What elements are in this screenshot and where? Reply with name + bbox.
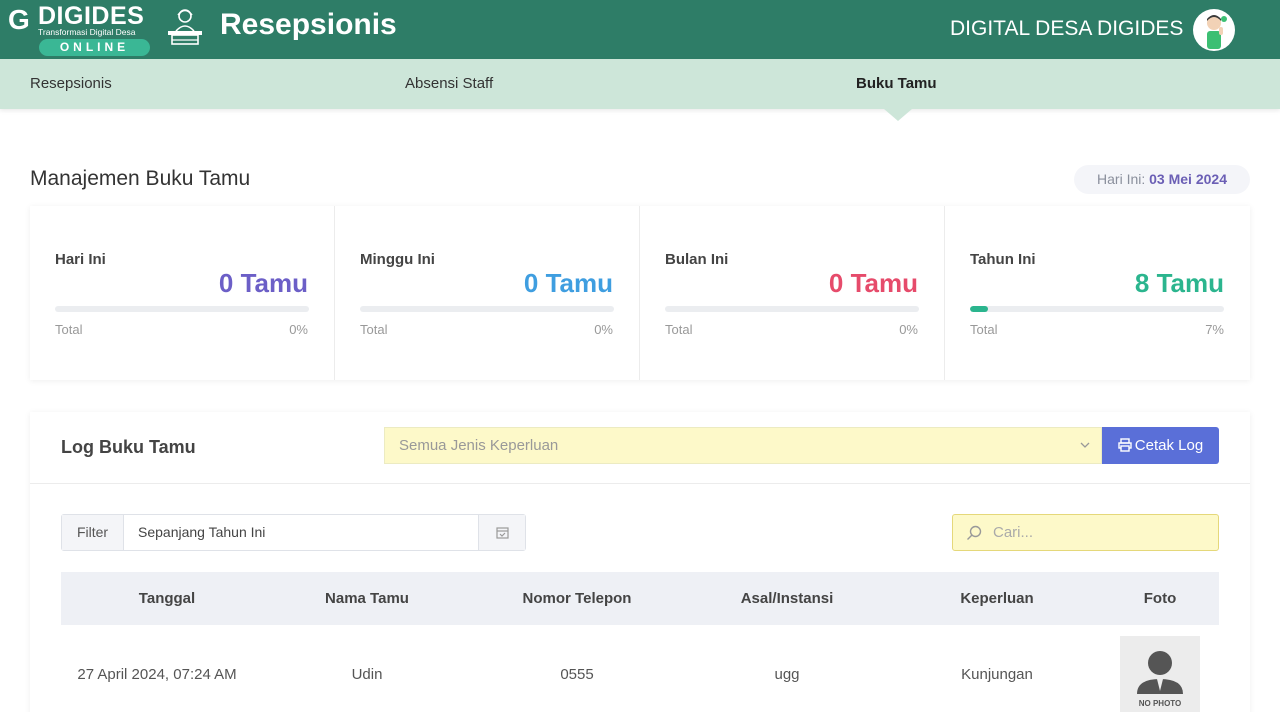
stat-total-label: Total [55,322,83,337]
today-date-badge: Hari Ini: 03 Mei 2024 [1074,165,1250,194]
stat-value: 0 Tamu [523,268,613,298]
cell-asal-instansi: ugg [774,666,800,683]
print-log-label: Cetak Log [1134,437,1204,454]
today-date-value: 03 Mei 2024 [1149,171,1227,187]
stat-total-label: Total [970,322,998,337]
column-header-nama-tamu[interactable]: Nama Tamu [262,572,472,625]
stat-label: Tahun Ini [970,251,1036,268]
guestbook-log-card: Log Buku Tamu Semua Jenis Keperluan Ceta… [30,412,1250,712]
stat-total-label: Total [360,322,388,337]
stat-progress-bar [665,306,919,312]
cell-keperluan: Kunjungan [961,666,1033,683]
app-title: Resepsionis [220,8,397,41]
stat-label: Minggu Ini [360,251,435,268]
organization-name: DIGITAL DESA DIGIDES [950,17,1184,40]
stat-percent: 7% [1205,322,1224,337]
column-header-asal-instansi[interactable]: Asal/Instansi [682,572,892,625]
search-icon [967,525,982,540]
search-placeholder: Cari... [993,524,1034,541]
stat-progress-bar [55,306,309,312]
column-header-nomor-telepon[interactable]: Nomor Telepon [472,572,682,625]
stat-value: 8 Tamu [1134,268,1224,298]
column-header-foto: Foto [1143,590,1177,607]
purpose-select-value: Semua Jenis Keperluan [399,437,559,454]
table-row[interactable]: 27 April 2024, 07:24 AM Udin 0555 ugg Ku… [61,625,1219,712]
guest-photo[interactable]: NO PHOTO [1120,636,1200,712]
stat-label: Bulan Ini [665,251,729,268]
stat-card-hari-ini: Hari Ini 0 Tamu Total 0% [30,206,335,380]
cell-nama-tamu: Udin [351,666,383,683]
stat-progress-fill [970,306,988,312]
cell-nomor-telepon: 0555 [560,666,594,683]
date-filter-calendar-button[interactable] [478,515,525,550]
top-header: G DIGIDES Transformasi Digital Desa ONLI… [0,0,1280,59]
active-nav-caret [884,109,912,121]
logo-mark: G [8,4,30,35]
column-header-tanggal[interactable]: Tanggal [62,572,272,625]
stat-percent: 0% [899,322,918,337]
date-filter-input[interactable]: Sepanjang Tahun Ini [124,515,479,550]
stat-percent: 0% [594,322,613,337]
today-date-label: Hari Ini: [1097,171,1146,187]
stat-percent: 0% [289,322,308,337]
stat-label: Hari Ini [55,251,106,268]
no-photo-label: NO PHOTO [1138,699,1182,708]
nav-item-buku-tamu[interactable]: Buku Tamu [856,75,937,92]
digides-logo[interactable]: G DIGIDES Transformasi Digital Desa ONLI… [8,2,153,56]
stat-progress-bar [360,306,614,312]
purpose-select[interactable]: Semua Jenis Keperluan [384,427,1102,464]
filter-label: Filter [62,515,124,550]
logo-online-badge: ONLINE [39,39,150,56]
stat-value: 0 Tamu [828,268,918,298]
page-title: Manajemen Buku Tamu [30,167,251,190]
chevron-down-icon [1080,442,1090,448]
avatar[interactable] [1193,9,1235,51]
date-filter: Filter Sepanjang Tahun Ini [61,514,526,551]
divider [30,483,1250,484]
stat-card-minggu-ini: Minggu Ini 0 Tamu Total 0% [335,206,640,380]
avatar-icon [1207,15,1227,49]
stat-progress-bar [970,306,1224,312]
stat-card-bulan-ini: Bulan Ini 0 Tamu Total 0% [640,206,945,380]
calendar-icon [495,527,509,539]
stat-card-tahun-ini: Tahun Ini 8 Tamu Total 7% [945,206,1250,380]
search-input[interactable]: Cari... [952,514,1219,551]
cell-tanggal: 27 April 2024, 07:24 AM [77,666,237,683]
stats-panel: Hari Ini 0 Tamu Total 0% Minggu Ini 0 Ta… [30,206,1250,380]
print-log-button[interactable]: Cetak Log [1102,427,1219,464]
nav-item-resepsionis[interactable]: Resepsionis [30,75,112,92]
print-icon [1118,438,1132,452]
table-header: Tanggal Nama Tamu Nomor Telepon Asal/Ins… [61,572,1219,625]
recepsionist-icon [168,9,202,45]
logo-tagline: Transformasi Digital Desa [38,27,136,37]
nav-item-absensi-staff[interactable]: Absensi Staff [405,75,493,92]
main-nav: Resepsionis Absensi Staff Buku Tamu [0,59,1280,121]
stat-value: 0 Tamu [218,268,308,298]
stat-total-label: Total [665,322,693,337]
log-title: Log Buku Tamu [61,437,196,457]
